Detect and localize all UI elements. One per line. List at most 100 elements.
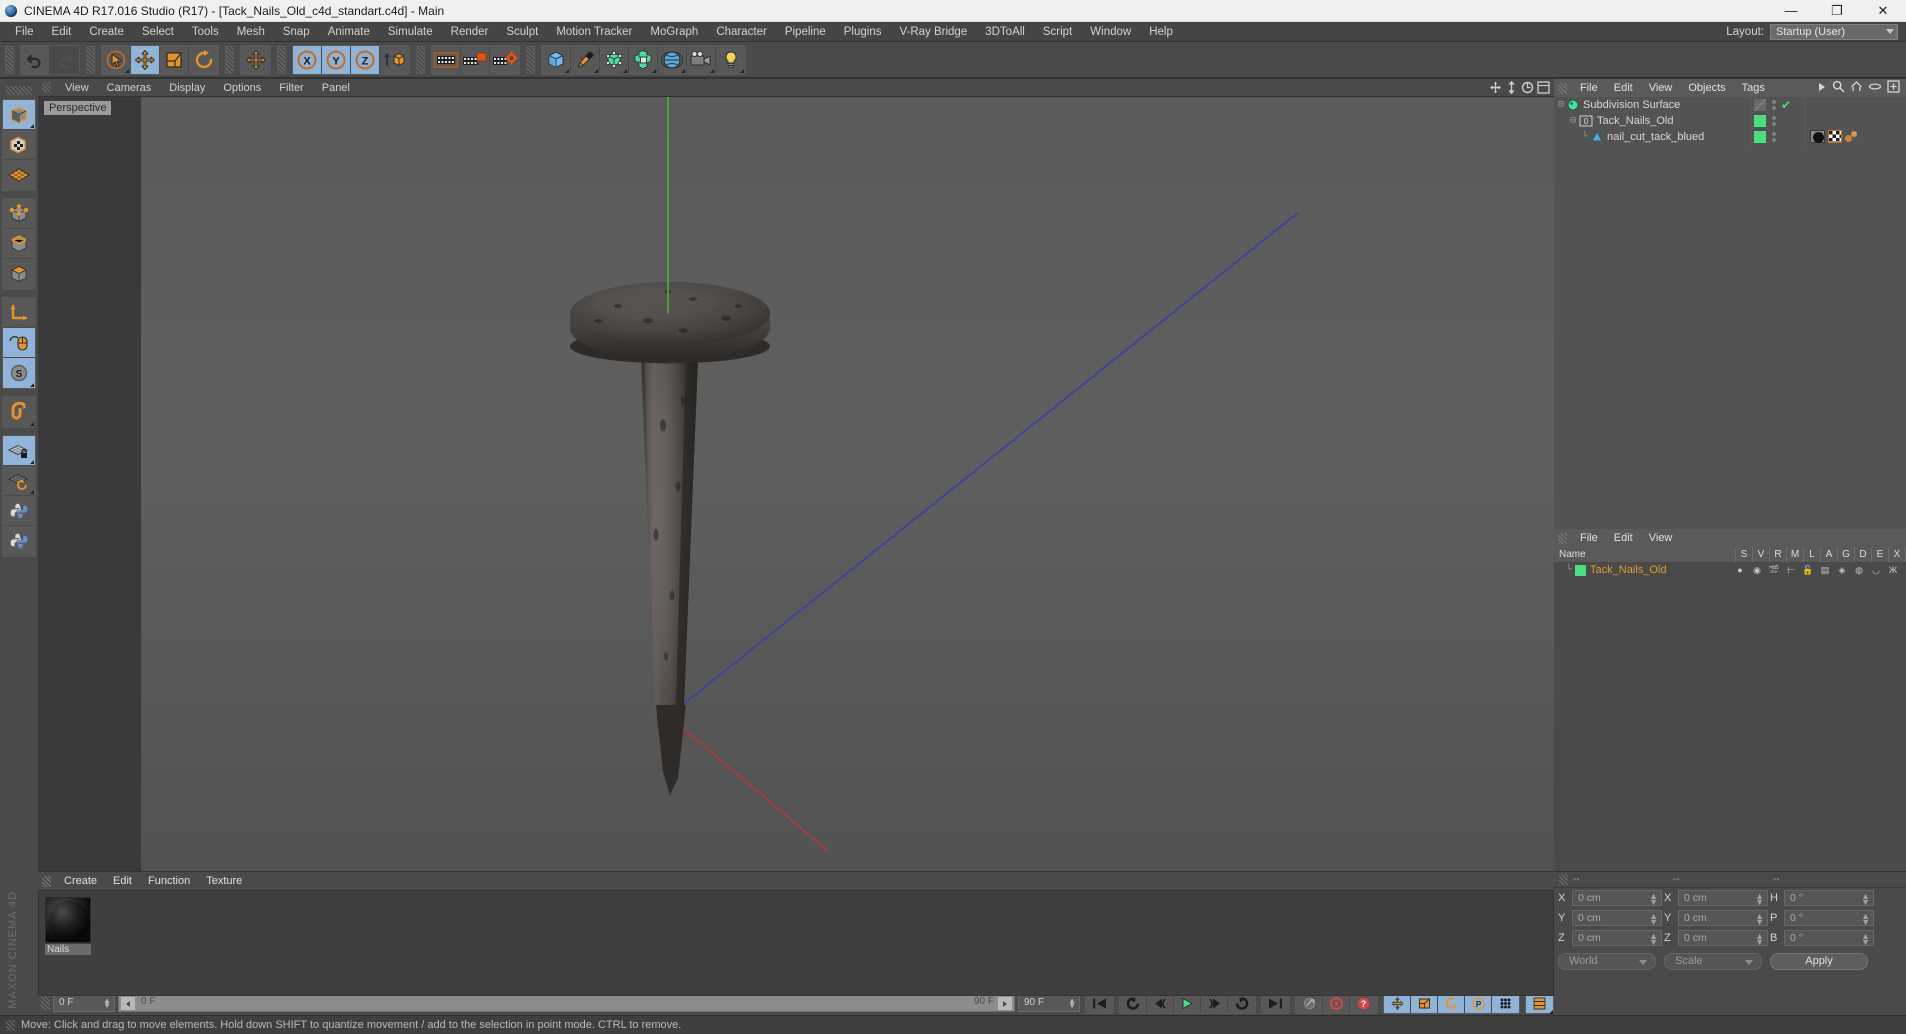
keyframe-selection-button[interactable]: ? — [1350, 993, 1377, 1013]
menu-item-create[interactable]: Create — [80, 22, 133, 42]
om2-state-icon-9[interactable]: Ж — [1886, 565, 1900, 575]
toolbar-grip-3[interactable] — [225, 45, 234, 74]
perspective-viewport[interactable]: Perspective — [38, 97, 1554, 969]
magnet-button[interactable] — [3, 397, 35, 427]
coordinates-grip[interactable] — [1559, 874, 1568, 885]
spinner-icon[interactable]: ▲ ▼ — [1755, 892, 1764, 907]
om2-state-icon-6[interactable]: ◈ — [1835, 565, 1849, 576]
menu-item-script[interactable]: Script — [1034, 22, 1081, 42]
menu-item-mesh[interactable]: Mesh — [228, 22, 274, 42]
spinner-icon[interactable]: ▲ ▼ — [1861, 892, 1870, 907]
object-name[interactable]: Subdivision Surface — [1583, 99, 1680, 111]
more-arrow-icon[interactable] — [1817, 81, 1827, 96]
viewport-menu-display[interactable]: Display — [160, 82, 214, 94]
object-color-swatch[interactable] — [1575, 564, 1587, 576]
pla-key-button[interactable]: P — [1465, 993, 1492, 1013]
camera-button[interactable] — [687, 45, 716, 74]
menu-item-snap[interactable]: Snap — [274, 22, 319, 42]
column-header-s[interactable]: S — [1736, 547, 1753, 562]
om2-state-icon-4[interactable]: 🔓 — [1801, 565, 1815, 576]
pos-y-input[interactable]: 0 cm ▲ ▼ — [1572, 910, 1662, 927]
om2-state-icon-8[interactable]: ◡ — [1869, 565, 1883, 576]
uvw-tag-icon[interactable] — [1828, 130, 1842, 146]
time-slider-left-handle[interactable] — [121, 997, 135, 1010]
pos-x-input[interactable]: 0 cm ▲ ▼ — [1572, 890, 1662, 907]
python-script-button[interactable] — [3, 496, 35, 526]
object-name[interactable]: nail_cut_tack_blued — [1607, 131, 1704, 143]
maximize-button[interactable]: ❐ — [1814, 0, 1860, 21]
autokeying-button[interactable] — [1296, 993, 1323, 1013]
go-to-start-button[interactable] — [1086, 993, 1113, 1013]
menu-item-sculpt[interactable]: Sculpt — [497, 22, 547, 42]
spinner-icon[interactable]: ▲ ▼ — [1649, 932, 1658, 947]
spinner-icon[interactable]: ▲ ▼ — [1649, 912, 1658, 927]
play-backwards-button[interactable] — [1120, 993, 1147, 1013]
menu-item-help[interactable]: Help — [1140, 22, 1182, 42]
render-settings-button[interactable] — [490, 45, 519, 74]
spinner-icon[interactable]: ▲ ▼ — [1861, 912, 1870, 927]
menu-item-v-ray-bridge[interactable]: V-Ray Bridge — [890, 22, 976, 42]
python-generator-button[interactable] — [3, 526, 35, 556]
material-menu-edit[interactable]: Edit — [105, 875, 140, 887]
object-manager-menu-view[interactable]: View — [1641, 82, 1681, 94]
viewport-menu-options[interactable]: Options — [214, 82, 270, 94]
pos-z-input[interactable]: 0 cm ▲ ▼ — [1572, 930, 1662, 947]
object-manager-2-menu-view[interactable]: View — [1641, 532, 1681, 544]
step-back-button[interactable] — [1147, 993, 1174, 1013]
visibility-dots[interactable] — [1772, 100, 1776, 110]
parameter-key-button[interactable] — [1492, 993, 1519, 1013]
move-alt-button[interactable] — [241, 45, 270, 74]
light-button[interactable] — [716, 45, 745, 74]
move-camera-icon[interactable] — [1489, 81, 1502, 94]
step-forward-button[interactable] — [1201, 993, 1228, 1013]
column-header-m[interactable]: M — [1787, 547, 1804, 562]
column-header-l[interactable]: L — [1804, 547, 1821, 562]
live-selection-button[interactable] — [102, 45, 131, 74]
om2-state-icon-2[interactable]: 🎬 — [1767, 565, 1781, 576]
render-view-button[interactable] — [432, 45, 461, 74]
om2-state-icon-3[interactable]: ⊢ — [1784, 565, 1798, 576]
object-row[interactable]: ⊟ 0 Tack_Nails_Old — [1554, 113, 1906, 129]
phong-tag-icon[interactable] — [1845, 130, 1860, 146]
material-manager-grip[interactable] — [42, 875, 51, 887]
transport-grip[interactable] — [41, 996, 50, 1010]
column-header-x[interactable]: X — [1889, 547, 1906, 562]
loop-button[interactable] — [1228, 993, 1255, 1013]
edges-mode-button[interactable] — [3, 229, 35, 259]
polygons-mode-button[interactable] — [3, 259, 35, 289]
menu-item-select[interactable]: Select — [133, 22, 183, 42]
visibility-swatch[interactable] — [1754, 131, 1766, 143]
axis-z-button[interactable]: Z — [351, 45, 380, 74]
column-header-v[interactable]: V — [1753, 547, 1770, 562]
undo-button[interactable] — [21, 45, 50, 74]
object-manager-menu-tags[interactable]: Tags — [1734, 82, 1773, 94]
rot-p-input[interactable]: 0 ° ▲ ▼ — [1784, 910, 1874, 927]
close-button[interactable]: ✕ — [1860, 0, 1906, 21]
environment-button[interactable] — [658, 45, 687, 74]
rotation-key-button[interactable] — [1438, 993, 1465, 1013]
time-slider[interactable]: 0 F 90 F — [118, 994, 1015, 1012]
column-header-e[interactable]: E — [1872, 547, 1889, 562]
visibility-swatch[interactable] — [1754, 99, 1766, 111]
minimize-button[interactable]: — — [1768, 0, 1814, 21]
rot-b-input[interactable]: 0 ° ▲ ▼ — [1784, 930, 1874, 947]
size-y-input[interactable]: 0 cm ▲ ▼ — [1678, 910, 1768, 927]
scale-camera-icon[interactable] — [1505, 81, 1518, 94]
points-mode-button[interactable] — [3, 199, 35, 229]
texture-mode-button[interactable] — [3, 130, 35, 160]
column-header-a[interactable]: A — [1821, 547, 1838, 562]
add-layer-icon[interactable] — [1887, 80, 1900, 96]
planar-workplane-button[interactable] — [3, 466, 35, 496]
menu-item-mograph[interactable]: MoGraph — [641, 22, 707, 42]
object-manager-2-grip[interactable] — [1558, 532, 1567, 544]
tree-expand-icon[interactable]: └ — [1582, 132, 1588, 143]
viewport-menu-panel[interactable]: Panel — [313, 82, 359, 94]
visibility-dots[interactable] — [1772, 132, 1776, 142]
toolbar-grip-4[interactable] — [277, 45, 286, 74]
spline-pen-button[interactable] — [571, 45, 600, 74]
column-header-d[interactable]: D — [1855, 547, 1872, 562]
toolbar-grip-2[interactable] — [86, 45, 95, 74]
menu-item-simulate[interactable]: Simulate — [379, 22, 442, 42]
size-x-input[interactable]: 0 cm ▲ ▼ — [1678, 890, 1768, 907]
left-toolbar-grip[interactable] — [6, 86, 32, 95]
